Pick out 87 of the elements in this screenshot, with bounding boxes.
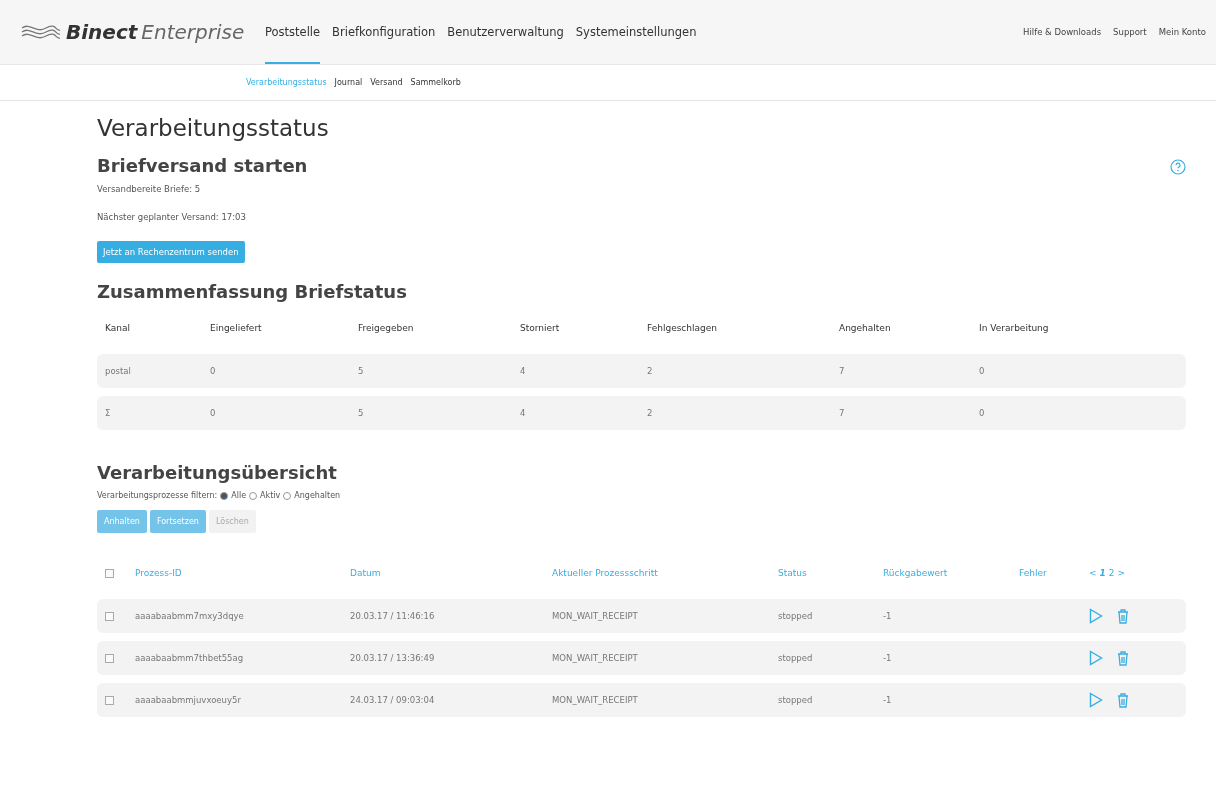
table-cell-text: 2 (647, 366, 654, 376)
table-cell-text: 0 (210, 366, 217, 376)
ready-count: Versandbereite Briefe: 5 (97, 184, 202, 194)
column-header: In Verarbeitung (979, 323, 1050, 333)
header-link[interactable]: Support (1113, 27, 1147, 37)
column-header: Fehlgeschlagen (647, 323, 718, 333)
column-header[interactable]: Aktueller Prozessschritt (552, 568, 778, 578)
table-cell-text: 4 (520, 408, 527, 418)
nav-tab[interactable]: Briefkonfiguration (332, 0, 436, 64)
help-icon[interactable] (1170, 159, 1186, 175)
filter-label: Verarbeitungsprozesse filtern: (97, 491, 218, 500)
send-button[interactable]: Jetzt an Rechenzentrum senden (97, 241, 245, 263)
table-cell-text: Σ (105, 408, 112, 418)
page-title: Verarbeitungsstatus (97, 115, 330, 141)
column-header[interactable]: Fehler (1019, 568, 1089, 578)
table-cell-text: 24.03.17 / 09:03:04 (350, 695, 436, 705)
table-cell-text: MON_WAIT_RECEIPT (552, 611, 639, 621)
table-cell-text: MON_WAIT_RECEIPT (552, 653, 639, 663)
subnav-tab[interactable]: Sammelkorb (410, 78, 461, 87)
section-title: Briefversand starten (97, 155, 308, 176)
table-cell-text: -1 (883, 611, 893, 621)
nav-tab[interactable]: Benutzerverwaltung (447, 0, 564, 64)
radio-label: Alle (231, 491, 247, 500)
column-header: Eingeliefert (210, 323, 263, 333)
action-button[interactable]: Fortsetzen (149, 510, 206, 533)
action-button[interactable]: Anhalten (97, 510, 147, 533)
logo-product: Enterprise (141, 20, 245, 44)
table-cell-text: 2 (647, 408, 654, 418)
header-link[interactable]: Hilfe & Downloads (1023, 27, 1102, 37)
column-header: Kanal (105, 323, 131, 333)
table-cell-text: 0 (979, 366, 986, 376)
nav-tab[interactable]: Poststelle (265, 0, 321, 64)
table-cell-text: 20.03.17 / 13:36:49 (350, 653, 436, 663)
table-cell-text: 0 (979, 408, 986, 418)
table-cell-text: -1 (883, 695, 893, 705)
play-icon[interactable] (1089, 650, 1103, 666)
table-cell-text: postal (105, 366, 132, 376)
table-cell-text: 4 (520, 366, 527, 376)
delete-icon[interactable] (1117, 692, 1129, 708)
delete-icon[interactable] (1117, 608, 1129, 624)
subnav-tab[interactable]: Journal (334, 78, 363, 87)
table-cell-text: stopped (778, 611, 814, 621)
select-all-checkbox[interactable] (105, 568, 114, 578)
table-cell-text: 5 (358, 366, 365, 376)
radio-button[interactable] (220, 491, 229, 500)
table-cell-text: 7 (839, 408, 846, 418)
table-cell-text: aaaabaabmmjuvxoeuy5r (135, 695, 242, 705)
column-header: Storniert (520, 323, 561, 333)
logo-brand: Binect (66, 20, 138, 44)
table-cell-text: MON_WAIT_RECEIPT (552, 695, 639, 705)
nav-tab[interactable]: Systemeinstellungen (575, 0, 697, 64)
table-cell-text: stopped (778, 695, 814, 705)
table-cell-text: -1 (883, 653, 893, 663)
header-link[interactable]: Mein Konto (1158, 27, 1206, 37)
next-dispatch: Nächster geplanter Versand: 17:03 (97, 212, 247, 222)
section-title: Zusammenfassung Briefstatus (97, 281, 407, 302)
pager-page[interactable]: 1 (1099, 568, 1106, 578)
pager-next[interactable]: > (1117, 568, 1126, 578)
pager-page[interactable]: 2 (1108, 568, 1115, 578)
subnav-tab[interactable]: Versand (370, 78, 403, 87)
logo-waves-icon (20, 22, 62, 42)
play-icon[interactable] (1089, 692, 1103, 708)
table-cell-text: stopped (778, 653, 814, 663)
column-header[interactable]: Datum (350, 568, 552, 578)
table-cell-text: aaaabaabmm7mxy3dqye (135, 611, 245, 621)
column-header[interactable]: Prozess-ID (135, 568, 350, 578)
table-cell-text: 7 (839, 366, 846, 376)
delete-icon[interactable] (1117, 650, 1129, 666)
row-checkbox[interactable] (105, 695, 114, 705)
column-header: Angehalten (839, 323, 892, 333)
table-cell-text: aaaabaabmm7thbet55ag (135, 653, 245, 663)
column-header[interactable]: Rückgabewert (883, 568, 1019, 578)
subnav-tab[interactable]: Verarbeitungsstatus (246, 78, 327, 87)
radio-button[interactable] (249, 491, 258, 500)
column-header: Freigegeben (358, 323, 415, 333)
table-cell-text: 20.03.17 / 11:46:16 (350, 611, 436, 621)
radio-label: Angehalten (294, 491, 341, 500)
section-title: Verarbeitungsübersicht (97, 462, 337, 483)
column-header[interactable]: Status (778, 568, 883, 578)
radio-button[interactable] (283, 491, 292, 500)
radio-label: Aktiv (260, 491, 281, 500)
table-cell-text: 0 (210, 408, 217, 418)
pager-prev[interactable]: < (1089, 568, 1097, 578)
row-checkbox[interactable] (105, 653, 114, 663)
row-checkbox[interactable] (105, 611, 114, 621)
play-icon[interactable] (1089, 608, 1103, 624)
table-cell-text: 5 (358, 408, 365, 418)
